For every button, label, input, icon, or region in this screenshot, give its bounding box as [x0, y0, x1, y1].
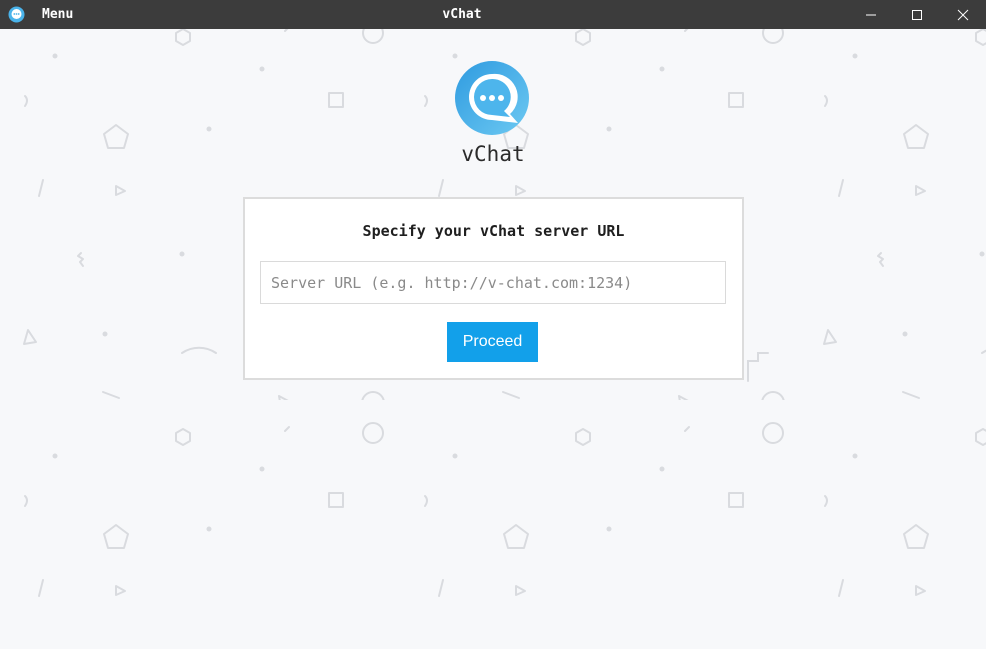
proceed-button[interactable]: Proceed — [447, 322, 538, 362]
maximize-button[interactable] — [894, 0, 940, 29]
window-title: vChat — [442, 7, 482, 22]
chat-bubble-logo-icon — [455, 61, 529, 135]
card-heading: Specify your vChat server URL — [362, 222, 625, 240]
server-url-card: Specify your vChat server URL Proceed — [243, 197, 744, 380]
chat-bubble-icon[interactable] — [8, 6, 25, 23]
app-name: vChat — [461, 142, 525, 166]
title-bar: Menu vChat — [0, 0, 986, 29]
server-url-input[interactable] — [260, 261, 726, 304]
app-window: Menu vChat vChat Specify your vChat serv… — [0, 0, 986, 649]
maximize-icon — [912, 9, 922, 20]
minimize-button[interactable] — [848, 0, 894, 29]
minimize-icon — [866, 14, 876, 15]
close-icon — [957, 9, 969, 20]
close-button[interactable] — [940, 0, 986, 29]
menu-button[interactable]: Menu — [42, 6, 73, 23]
